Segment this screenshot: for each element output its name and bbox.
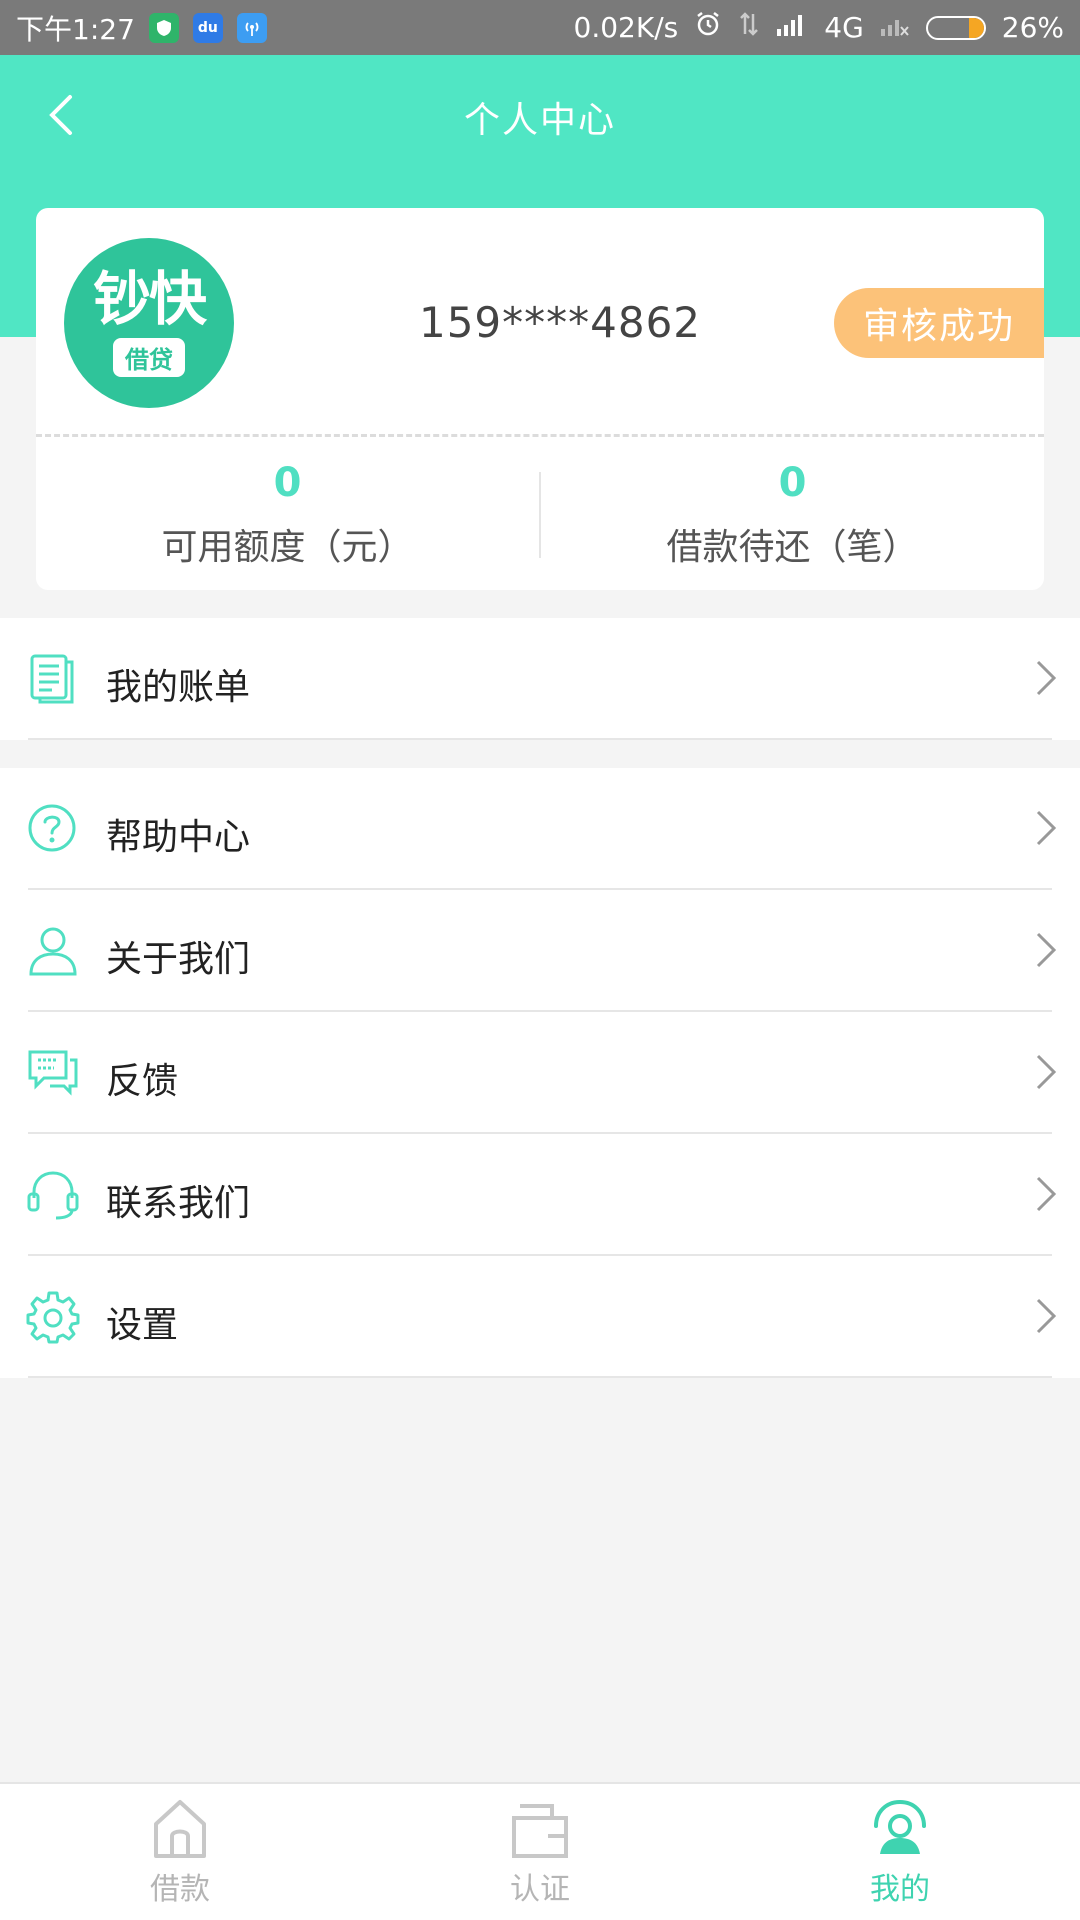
- menu-item-label: 我的账单: [106, 667, 251, 708]
- alarm-icon: [694, 10, 722, 45]
- bottom-tab-bar: 借款 认证 我的: [0, 1782, 1080, 1920]
- no-signal-icon: [880, 11, 910, 44]
- phone-number: 159****4862: [418, 298, 702, 347]
- app-logo: 钞快 借贷: [64, 238, 234, 408]
- stat-label: 借款待还（笔）: [666, 527, 919, 568]
- menu-item-label: 反馈: [106, 1061, 179, 1102]
- tab-mine[interactable]: 我的: [720, 1784, 1080, 1920]
- chevron-right-icon: [1036, 1298, 1057, 1334]
- available-credit-stat[interactable]: 0 可用额度（元）: [36, 440, 539, 590]
- status-time: 下午1:27: [16, 12, 135, 46]
- du-app-icon: du: [192, 12, 223, 43]
- tab-label: 借款: [150, 1872, 210, 1907]
- page-title: 个人中心: [463, 100, 616, 141]
- stat-value: 0: [778, 460, 807, 506]
- logo-sub-text: 借贷: [113, 337, 185, 377]
- wallet-icon: [512, 1804, 568, 1858]
- shield-app-icon: [148, 12, 179, 43]
- menu-item-label: 关于我们: [106, 939, 251, 980]
- pending-repayment-stat[interactable]: 0 借款待还（笔）: [541, 440, 1044, 590]
- stats-row: 0 可用额度（元） 0 借款待还（笔）: [36, 440, 1044, 590]
- help-icon: [28, 804, 76, 852]
- dashed-divider: [36, 434, 1044, 437]
- tab-label: 认证: [510, 1872, 570, 1907]
- gear-icon: [26, 1291, 80, 1344]
- battery-percent: 26%: [1001, 11, 1064, 44]
- hotspot-icon: [236, 12, 267, 43]
- menu-item-help-center[interactable]: 帮助中心: [0, 768, 1080, 890]
- menu-item-about-us[interactable]: 关于我们: [0, 890, 1080, 1012]
- battery-icon: [925, 15, 986, 40]
- logo-main-text: 钞快: [92, 264, 207, 333]
- bill-icon: [30, 654, 74, 704]
- feedback-icon: [28, 1050, 78, 1096]
- chevron-right-icon: [1036, 810, 1057, 846]
- headset-icon: [27, 1171, 79, 1220]
- chevron-right-icon: [1036, 660, 1057, 696]
- profile-card: 钞快 借贷 159****4862 审核成功 0 可用额度（元） 0 借款待还（…: [36, 208, 1044, 590]
- status-bar: 下午1:27 du 0.02K/s 4G 26%: [0, 0, 1080, 55]
- user-icon: [29, 927, 77, 976]
- menu-item-label: 帮助中心: [106, 817, 251, 858]
- net-speed: 0.02K/s: [573, 11, 679, 44]
- status-badge: 审核成功: [834, 288, 1044, 358]
- profile-icon: [874, 1799, 926, 1854]
- menu-item-settings[interactable]: 设置: [0, 1256, 1080, 1378]
- menu-item-feedback[interactable]: 反馈: [0, 1012, 1080, 1134]
- network-type: 4G: [824, 11, 864, 44]
- tab-verification[interactable]: 认证: [360, 1784, 720, 1920]
- stat-label: 可用额度（元）: [161, 527, 414, 568]
- chevron-right-icon: [1036, 1176, 1057, 1212]
- tab-label: 我的: [870, 1872, 930, 1907]
- home-icon: [154, 1800, 206, 1858]
- menu-item-contact-us[interactable]: 联系我们: [0, 1134, 1080, 1256]
- menu-group-main: 帮助中心 关于我们 反馈 联系我们 设置: [0, 768, 1080, 1378]
- data-transfer-icon: [738, 10, 760, 45]
- menu-item-my-bills[interactable]: 我的账单: [0, 618, 1080, 740]
- menu-item-label: 设置: [106, 1305, 179, 1346]
- menu-group-bills: 我的账单: [0, 618, 1080, 740]
- signal-icon: [776, 11, 808, 44]
- tab-loan[interactable]: 借款: [0, 1784, 360, 1920]
- stat-value: 0: [273, 460, 302, 506]
- chevron-right-icon: [1036, 932, 1057, 968]
- chevron-right-icon: [1036, 1054, 1057, 1090]
- menu-item-label: 联系我们: [106, 1183, 251, 1224]
